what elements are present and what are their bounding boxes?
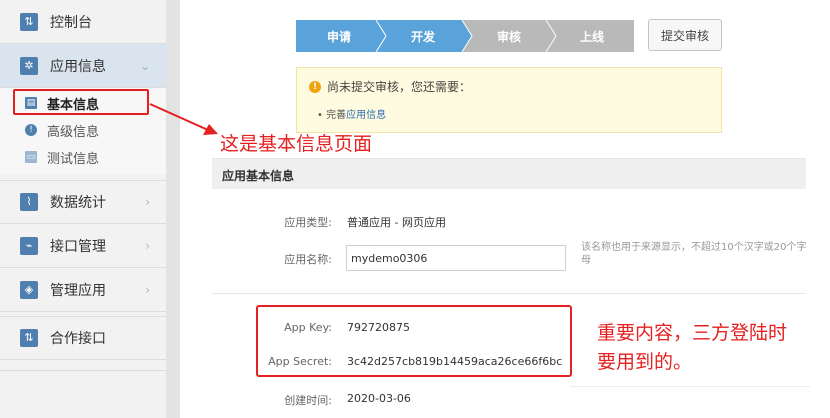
sidebar-item-app-info[interactable]: ✲ 应用信息 ⌄ (0, 44, 166, 88)
app-info-link[interactable]: 应用信息 (346, 110, 386, 121)
sidebar-subitem-advanced-info[interactable]: ! 高级信息 (0, 117, 166, 143)
chevron-right-icon: › (145, 195, 150, 209)
bullet-icon: • (317, 110, 327, 121)
annotation-highlight-basic-info (13, 89, 149, 115)
notice-panel: ! 尚未提交审核，您还需要： • 完善应用信息 (296, 67, 722, 133)
step-develop: 开发 (410, 29, 435, 44)
step-online: 上线 (579, 29, 604, 44)
sidebar-item-partner-api[interactable]: ⇅ 合作接口 (0, 316, 166, 360)
app-secret-label: App Secret: (268, 355, 332, 368)
sidebar-item-label: 接口管理 (50, 238, 106, 255)
sidebar-item-manage-apps[interactable]: ◈ 管理应用 › (0, 268, 166, 312)
notice-item: • 完善应用信息 (317, 106, 386, 121)
chart-icon: ⌇ (20, 193, 38, 211)
sidebar-scroll-strip (166, 0, 180, 418)
submit-review-button[interactable]: 提交审核 (648, 19, 722, 51)
app-name-hint: 该名称也用于来源显示，不超过10个汉字或20个字母 (581, 242, 807, 266)
layers-icon: ◈ (20, 280, 38, 299)
sidebar-item-statistics[interactable]: ⌇ 数据统计 › (0, 180, 166, 224)
section-divider (212, 293, 806, 294)
row-divider (570, 386, 810, 387)
annotation-line-1: 重要内容，三方登陆时 (597, 322, 788, 344)
gear-icon: ✲ (20, 56, 38, 75)
sidebar-item-console[interactable]: ⇅ 控制台 (0, 0, 166, 44)
app-name-label: 应用名称: (284, 253, 332, 266)
sidebar-item-label: 数据统计 (50, 195, 106, 211)
progress-steps: 申请 开发 审核 上线 (296, 20, 634, 52)
plug-icon: ⌁ (20, 236, 38, 255)
notice-title: 尚未提交审核，您还需要： (327, 80, 472, 94)
warning-icon: ! (309, 81, 321, 93)
app-secret-value: 3c42d257cb819b14459aca26ce66f6bc (347, 355, 563, 368)
sliders-icon: ⇅ (20, 12, 38, 31)
sidebar-divider (0, 370, 166, 371)
created-time-label: 创建时间: (284, 394, 332, 407)
subitem-label: 高级信息 (47, 124, 100, 140)
subitem-label: 测试信息 (47, 151, 100, 167)
sidebar: ⇅ 控制台 ✲ 应用信息 ⌄ ▤ 基本信息 ! 高级信息 ▭ 测试信息 ⌇ 数据… (0, 0, 166, 418)
section-title: 应用基本信息 (222, 169, 295, 183)
chevron-right-icon: › (145, 238, 150, 253)
step-apply: 申请 (326, 29, 351, 44)
app-key-label: App Key: (284, 321, 332, 334)
sidebar-item-api-management[interactable]: ⌁ 接口管理 › (0, 224, 166, 268)
app-name-input[interactable] (346, 245, 566, 271)
app-type-label: 应用类型: (284, 216, 332, 229)
app-type-value: 普通应用 - 网页应用 (347, 216, 446, 229)
sidebar-item-label: 管理应用 (50, 282, 106, 299)
sidebar-item-label: 控制台 (50, 14, 92, 31)
notice-item-prefix: 完善 (326, 110, 347, 121)
sidebar-subitem-test-info[interactable]: ▭ 测试信息 (0, 144, 166, 170)
annotation-important: 重要内容，三方登陆时 要用到的。 (597, 319, 827, 377)
step-review: 审核 (496, 29, 521, 44)
annotation-basic-info-page: 这是基本信息页面 (220, 133, 373, 155)
test-card-icon: ▭ (25, 151, 37, 163)
created-time-value: 2020-03-06 (347, 392, 411, 405)
chevron-right-icon: › (145, 282, 150, 297)
section-header: 应用基本信息 (212, 158, 806, 189)
annotation-line-2: 要用到的。 (597, 351, 693, 373)
chevron-down-icon: ⌄ (139, 58, 150, 73)
app-key-value: 792720875 (347, 321, 410, 334)
sidebar-item-label: 应用信息 (50, 58, 106, 75)
sidebar-item-label: 合作接口 (50, 331, 106, 347)
sliders-icon: ⇅ (20, 329, 38, 347)
info-icon: ! (25, 124, 37, 136)
